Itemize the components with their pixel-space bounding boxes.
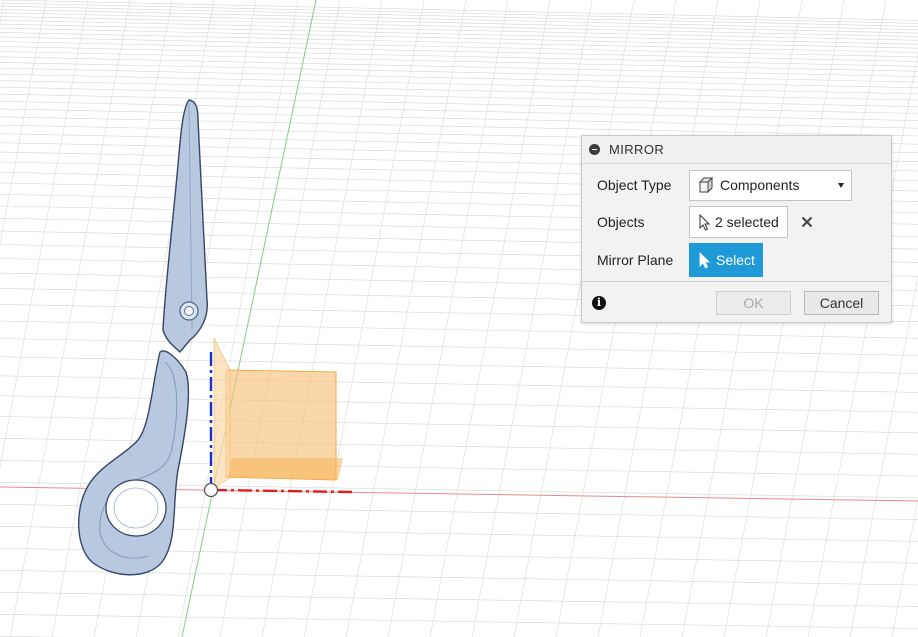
objects-row: Objects 2 selected (582, 204, 891, 240)
scissors-model[interactable] (78, 99, 208, 576)
collapse-icon[interactable] (589, 144, 600, 155)
dialog-header: MIRROR (582, 136, 891, 164)
dialog-title: MIRROR (609, 142, 665, 157)
ok-button[interactable]: OK (716, 291, 791, 315)
mirror-dialog: MIRROR Object Type Components Objects 2 … (581, 135, 892, 323)
objects-selection-box[interactable]: 2 selected (689, 206, 788, 238)
objects-label: Objects (597, 214, 645, 230)
close-icon[interactable] (800, 215, 814, 229)
cursor-arrow-icon (699, 213, 711, 231)
objects-value: 2 selected (715, 214, 779, 230)
object-type-dropdown[interactable]: Components (689, 169, 852, 201)
object-type-value: Components (720, 177, 800, 193)
cancel-button[interactable]: Cancel (804, 291, 879, 315)
cursor-arrow-icon (699, 251, 710, 269)
component-cube-icon (698, 176, 714, 193)
object-type-row: Object Type Components (582, 167, 891, 203)
mirror-plane-value: Select (716, 252, 755, 268)
x-axis-indicator (212, 488, 353, 494)
mirror-plane-label: Mirror Plane (597, 252, 674, 268)
mirror-plane-select-button[interactable]: Select (689, 243, 763, 277)
mirror-plane-preview (213, 337, 343, 489)
dialog-footer: i OK Cancel (582, 281, 891, 323)
chevron-down-icon (838, 182, 844, 188)
object-type-label: Object Type (597, 177, 672, 193)
mirror-plane-row: Mirror Plane Select (582, 242, 891, 278)
info-icon[interactable]: i (592, 296, 606, 310)
origin-point[interactable] (203, 482, 219, 498)
